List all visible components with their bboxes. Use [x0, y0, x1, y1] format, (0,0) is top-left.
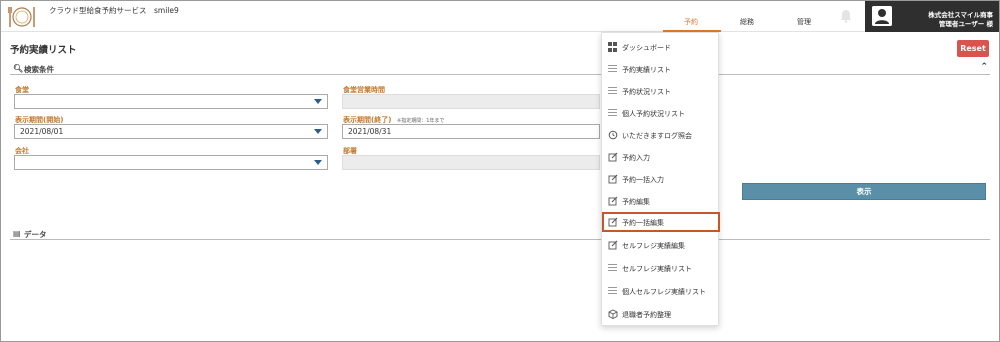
- menu-item-dashboard[interactable]: ダッシュボード: [602, 37, 720, 57]
- menu-item-label: 個人予約状況リスト: [622, 110, 685, 118]
- list-icon: [608, 108, 618, 118]
- box-icon: [608, 309, 618, 319]
- dashboard-icon: [608, 42, 618, 52]
- bell-icon[interactable]: [838, 8, 854, 24]
- hours-field: [342, 94, 600, 109]
- chevron-down-icon: [314, 160, 322, 165]
- edit-icon: [608, 240, 618, 250]
- menu-item-label: セルフレジ実績編集: [622, 242, 685, 250]
- end-period-note: ※指定期間：1年まで: [397, 118, 445, 124]
- menu-item-label: ダッシュボード: [622, 44, 671, 52]
- app-title: クラウド型給食予約サービス smile9: [49, 6, 179, 15]
- menu-item-label: 予約一括入力: [622, 176, 664, 184]
- menu-item-self-register-list[interactable]: セルフレジ実績リスト: [602, 258, 720, 278]
- tab-general-affairs[interactable]: 総務: [740, 17, 754, 27]
- chevron-up-icon[interactable]: ⌃: [980, 62, 988, 72]
- tab-management[interactable]: 管理: [797, 17, 811, 27]
- fork-plate-logo[interactable]: [7, 4, 37, 30]
- user-area[interactable]: 株式会社スマイル商事 管理者ユーザー 様: [865, 1, 999, 32]
- window-frame: [0, 0, 1000, 342]
- menu-item-label: 予約入力: [622, 154, 650, 162]
- menu-item-label: セルフレジ実績リスト: [622, 265, 692, 273]
- list-icon: [608, 86, 618, 96]
- page-title: 予約実績リスト: [10, 45, 77, 56]
- company-select[interactable]: [14, 155, 328, 170]
- menu-item-reservation-results[interactable]: 予約実績リスト: [602, 59, 720, 79]
- menu-item-reservation-input[interactable]: 予約入力: [602, 147, 720, 167]
- department-field: [342, 155, 600, 170]
- edit-icon: [608, 196, 618, 206]
- reset-button[interactable]: Reset: [957, 40, 989, 57]
- start-period-select[interactable]: 2021/08/01: [14, 124, 328, 139]
- cafeteria-select[interactable]: [14, 94, 328, 109]
- list-icon: [608, 263, 618, 273]
- menu-item-itadakimasu-log[interactable]: いただきますログ照会: [602, 125, 720, 145]
- menu-item-self-register-edit[interactable]: セルフレジ実績編集: [602, 235, 720, 255]
- menu-item-retiree-cleanup[interactable]: 退職者予約整理: [602, 304, 720, 324]
- menu-item-label: いただきますログ照会: [622, 132, 692, 140]
- start-period-value: 2021/08/01: [20, 127, 64, 136]
- data-section-label: データ: [24, 230, 47, 239]
- search-icon: 🔍︎: [13, 64, 24, 73]
- show-button[interactable]: 表示: [742, 183, 986, 200]
- menu-item-personal-self-register-list[interactable]: 個人セルフレジ実績リスト: [602, 281, 720, 301]
- menu-item-bulk-input[interactable]: 予約一括入力: [602, 169, 720, 189]
- menu-item-label: 予約状況リスト: [622, 88, 671, 96]
- edit-icon: [608, 217, 618, 227]
- edit-icon: [608, 174, 618, 184]
- menu-item-reservation-status[interactable]: 予約状況リスト: [602, 81, 720, 101]
- chevron-down-icon: [314, 129, 322, 134]
- list-icon: [608, 286, 618, 296]
- search-section-label: 検索条件: [24, 65, 54, 74]
- history-icon: [608, 130, 618, 140]
- user-avatar-icon: [872, 6, 892, 26]
- reservation-dropdown-menu: ダッシュボード 予約実績リスト 予約状況リスト 個人予約状況リスト いただきます…: [601, 32, 720, 326]
- menu-item-reservation-edit[interactable]: 予約編集: [602, 191, 720, 211]
- chevron-down-icon: [314, 99, 322, 104]
- list-icon: [608, 64, 618, 74]
- app-header: クラウド型給食予約サービス smile9 予約 総務 管理 株式会社スマイル商事…: [1, 1, 999, 32]
- edit-icon: [608, 152, 618, 162]
- end-period-input[interactable]: 2021/08/31: [342, 124, 600, 139]
- menu-item-label: 予約編集: [622, 198, 650, 206]
- menu-item-bulk-edit[interactable]: 予約一括編集: [602, 212, 720, 232]
- data-section-header: ▤ データ: [10, 229, 990, 240]
- table-icon: ▤: [13, 229, 21, 238]
- menu-item-label: 個人セルフレジ実績リスト: [622, 288, 706, 296]
- menu-item-label: 予約実績リスト: [622, 66, 671, 74]
- user-name: 管理者ユーザー 様: [938, 20, 993, 28]
- tab-reservation[interactable]: 予約: [684, 17, 698, 27]
- menu-item-label: 予約一括編集: [622, 219, 664, 227]
- menu-item-personal-status[interactable]: 個人予約状況リスト: [602, 103, 720, 123]
- search-section-header[interactable]: 🔍︎ 検索条件 ⌃: [10, 62, 990, 75]
- menu-item-label: 退職者予約整理: [622, 311, 671, 319]
